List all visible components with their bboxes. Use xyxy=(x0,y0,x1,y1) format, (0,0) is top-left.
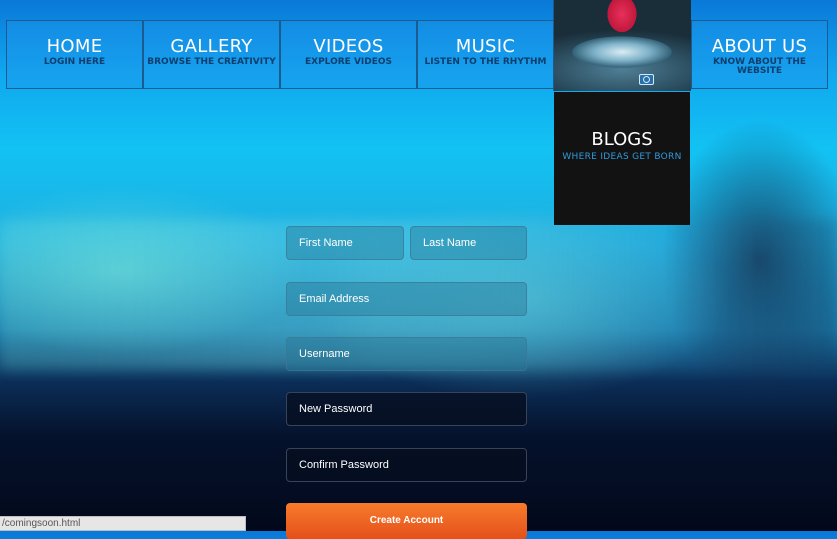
nav-item-title: BLOGS xyxy=(591,129,653,150)
nav-item-gallery[interactable]: GALLERY BROWSE THE CREATIVITY xyxy=(143,20,280,89)
create-account-button[interactable]: Create Account xyxy=(286,503,527,539)
nav-item-title: HOME xyxy=(46,36,103,57)
nav-item-title: VIDEOS xyxy=(313,36,384,57)
new-password-field[interactable]: New Password xyxy=(286,392,527,426)
nav-item-title: MUSIC xyxy=(455,36,516,57)
nav-item-title: GALLERY xyxy=(170,36,253,57)
email-field[interactable]: Email Address xyxy=(286,282,527,316)
nav-item-subtitle: LISTEN TO THE RHYTHM xyxy=(424,57,547,67)
nav-item-about-us[interactable]: ABOUT US KNOW ABOUT THE WEBSITE xyxy=(691,20,828,89)
nav-item-blogs-image[interactable] xyxy=(553,0,691,91)
status-bar-url: /comingsoon.html xyxy=(0,516,246,531)
nav-item-subtitle: BROWSE THE CREATIVITY xyxy=(147,57,276,67)
nav-item-title: ABOUT US xyxy=(711,36,808,57)
nav-item-subtitle: WHERE IDEAS GET BORN xyxy=(562,152,682,162)
nav-item-subtitle: KNOW ABOUT THE WEBSITE xyxy=(712,57,807,76)
nav-item-subtitle: LOGIN HERE xyxy=(43,57,106,67)
nav-item-blogs[interactable]: BLOGS WHERE IDEAS GET BORN xyxy=(554,92,690,225)
nav-item-videos[interactable]: VIDEOS EXPLORE VIDEOS xyxy=(280,20,417,89)
username-field[interactable]: Username xyxy=(286,337,527,371)
nav-item-subtitle: EXPLORE VIDEOS xyxy=(304,57,393,67)
first-name-field[interactable]: First Name xyxy=(286,226,404,260)
nav-item-home[interactable]: HOME LOGIN HERE xyxy=(6,20,143,89)
last-name-field[interactable]: Last Name xyxy=(410,226,527,260)
camera-icon xyxy=(639,74,654,85)
nav-item-music[interactable]: MUSIC LISTEN TO THE RHYTHM xyxy=(417,20,554,89)
confirm-password-field[interactable]: Confirm Password xyxy=(286,448,527,482)
